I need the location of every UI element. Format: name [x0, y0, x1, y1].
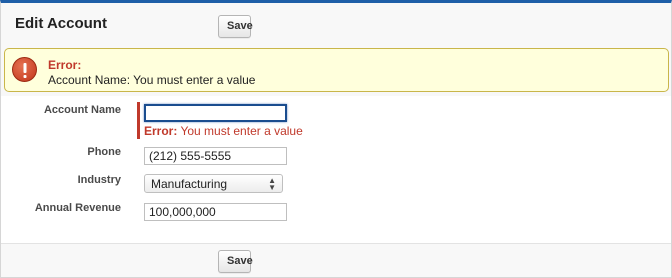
phone-label: Phone [87, 146, 121, 158]
edit-account-panel: Edit Account Save Error: Account Name: Y… [0, 0, 672, 278]
form-section: Account Name Error: You must enter a val… [1, 96, 671, 244]
save-button-bottom[interactable]: Save [218, 250, 253, 273]
panel-header: Edit Account Save [1, 3, 671, 47]
error-icon [12, 57, 37, 82]
account-name-input[interactable] [144, 104, 287, 122]
account-name-error: Error: You must enter a value [144, 124, 303, 138]
save-button-top[interactable]: Save [218, 15, 253, 38]
field-error-prefix: Error: [144, 124, 178, 138]
error-title: Error: [48, 58, 82, 72]
industry-selected-value: Manufacturing [151, 177, 228, 191]
page-title: Edit Account [15, 15, 107, 32]
select-arrows-icon: ▲ ▼ [268, 176, 276, 192]
required-indicator [137, 102, 140, 139]
annual-revenue-input[interactable] [144, 203, 287, 221]
annual-revenue-label: Annual Revenue [34, 202, 121, 214]
field-error-text: You must enter a value [177, 124, 303, 138]
error-message: Account Name: You must enter a value [48, 73, 256, 87]
error-message-box: Error: Account Name: You must enter a va… [4, 48, 669, 92]
industry-select[interactable]: Manufacturing ▲ ▼ [144, 174, 283, 193]
phone-input[interactable] [144, 147, 287, 165]
industry-label: Industry [77, 174, 121, 186]
account-name-label: Account Name [43, 104, 121, 116]
